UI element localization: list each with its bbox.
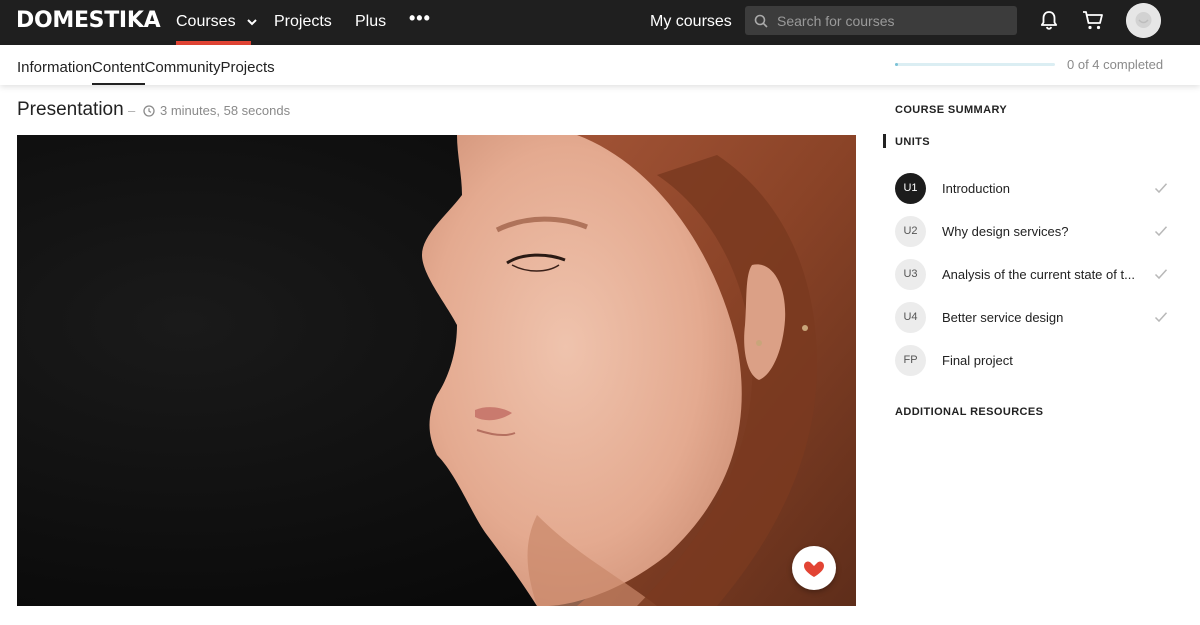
bell-icon[interactable]	[1038, 9, 1060, 31]
unit-badge: FP	[895, 345, 926, 376]
check-icon	[1154, 269, 1168, 280]
cart-icon[interactable]	[1081, 9, 1105, 31]
unit-item-fp[interactable]: FP Final project	[895, 345, 1175, 377]
chevron-down-icon	[247, 19, 257, 26]
course-progress-bar	[895, 63, 1055, 66]
unit-item-u3[interactable]: U3 Analysis of the current state of t...	[895, 259, 1175, 291]
search-box	[745, 6, 1017, 35]
course-tabs: Information Content Community Projects	[17, 59, 275, 85]
unit-label: Final project	[942, 353, 1013, 368]
lesson-title: Presentation	[17, 99, 124, 120]
lesson-duration: 3 minutes, 58 seconds	[160, 103, 291, 118]
units-heading[interactable]: UNITS	[895, 135, 930, 149]
avatar-icon	[1126, 3, 1161, 38]
my-courses-link[interactable]: My courses	[650, 12, 732, 32]
check-icon	[1154, 312, 1168, 323]
course-subnav: Information Content Community Projects 0…	[0, 45, 1200, 85]
tab-information[interactable]: Information	[17, 59, 92, 77]
search-icon	[754, 14, 768, 28]
user-avatar[interactable]	[1126, 3, 1161, 38]
clock-icon	[143, 105, 155, 117]
nav-courses-label: Courses	[176, 13, 236, 30]
check-icon	[1154, 226, 1168, 237]
unit-label: Better service design	[942, 310, 1064, 325]
unit-badge: U4	[895, 302, 926, 333]
unit-label: Analysis of the current state of t...	[942, 267, 1135, 282]
tab-projects[interactable]: Projects	[220, 59, 274, 77]
units-active-marker	[883, 134, 886, 148]
unit-badge: U2	[895, 216, 926, 247]
domestika-video-badge	[792, 546, 836, 590]
tab-content[interactable]: Content	[92, 59, 145, 85]
unit-item-u1[interactable]: U1 Introduction	[895, 173, 1175, 205]
unit-item-u2[interactable]: U2 Why design services?	[895, 216, 1175, 248]
more-menu-button[interactable]: •••	[409, 8, 431, 28]
top-navbar: DOMESTIKA Courses Projects Plus ••• My c…	[0, 0, 1200, 45]
nav-courses-menu[interactable]: Courses	[176, 12, 258, 32]
nav-plus-link[interactable]: Plus	[355, 12, 386, 32]
video-frame-image	[17, 135, 856, 606]
unit-label: Why design services?	[942, 224, 1069, 239]
unit-label: Introduction	[942, 181, 1010, 196]
video-player[interactable]	[17, 135, 856, 606]
nav-projects-link[interactable]: Projects	[274, 12, 332, 32]
title-separator: –	[128, 103, 136, 118]
unit-item-u4[interactable]: U4 Better service design	[895, 302, 1175, 334]
domestika-logo[interactable]: DOMESTIKA	[16, 8, 161, 34]
course-progress-fill	[895, 63, 899, 66]
unit-badge: U3	[895, 259, 926, 290]
course-summary-heading: COURSE SUMMARY	[895, 104, 1008, 116]
tab-community[interactable]: Community	[145, 59, 221, 77]
additional-resources-link[interactable]: ADDITIONAL RESOURCES	[895, 405, 1043, 419]
course-progress-text: 0 of 4 completed	[1067, 57, 1164, 72]
unit-badge: U1	[895, 173, 926, 204]
domestika-heart-icon	[804, 561, 824, 577]
check-icon	[1154, 183, 1168, 194]
search-input[interactable]	[777, 6, 1009, 35]
